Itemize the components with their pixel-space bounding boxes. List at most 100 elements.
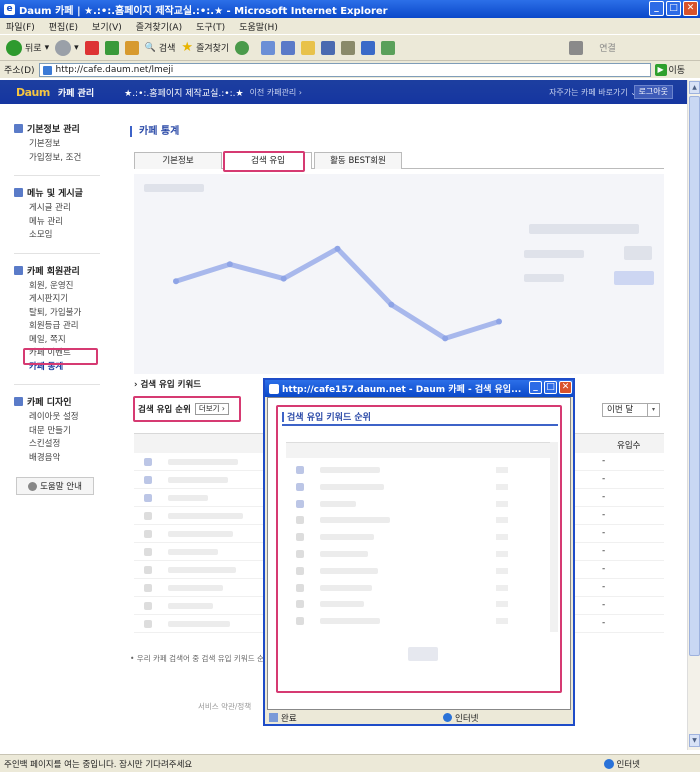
minimize-button[interactable]: _ — [649, 1, 664, 16]
popup-status-text: 완료 — [281, 713, 297, 724]
back-button[interactable]: 뒤로 ▾ — [6, 39, 49, 56]
menu-favorites[interactable]: 즐겨찾기(A) — [136, 20, 182, 33]
edit-icon[interactable] — [301, 40, 316, 55]
footer-terms-link[interactable]: 서비스 약관/정책 — [198, 701, 251, 712]
scroll-thumb[interactable] — [689, 96, 700, 656]
sidebar-item[interactable]: 배경음악 — [14, 452, 112, 466]
menu-bar: 파일(F) 편집(E) 보기(V) 즐겨찾기(A) 도구(T) 도움말(H) — [0, 18, 700, 34]
popup-body: 검색 유입 키워드 순위 — [267, 397, 571, 710]
sidebar-item[interactable]: 게시글 관리 — [14, 202, 112, 216]
sidebar-item[interactable]: 대문 만들기 — [14, 425, 112, 439]
list-item — [286, 462, 556, 479]
close-button[interactable]: ✕ — [683, 1, 698, 16]
address-input[interactable]: http://cafe.daum.net/lmeji — [38, 62, 651, 77]
sidebar-section-menu: 메뉴 및 게시글 게시글 관리 메뉴 관리 소모임 — [14, 186, 112, 243]
history-icon[interactable] — [235, 40, 250, 55]
sidebar-item[interactable]: 소모임 — [14, 229, 112, 243]
sidebar-item[interactable]: 메일, 쪽지 — [14, 334, 112, 348]
cafe-name[interactable]: ★.:•:.홈페이지 제작교실.:•:.★ — [124, 86, 243, 99]
data-point — [442, 335, 449, 342]
menu-tools[interactable]: 도구(T) — [196, 20, 225, 33]
help-icon — [28, 481, 38, 491]
refresh-icon[interactable] — [104, 40, 119, 55]
popup-close-button[interactable]: ✕ — [559, 381, 572, 394]
popup-maximize-button[interactable]: □ — [544, 381, 557, 394]
stats-tabs: 기본정보 검색 유입 활동 BEST회원 — [134, 152, 664, 169]
popup-minimize-button[interactable]: _ — [529, 381, 542, 394]
popup-status-bar: 완료 인터넷 — [267, 711, 571, 724]
printer-icon[interactable] — [569, 40, 584, 55]
sidebar-item[interactable]: 스킨설정 — [14, 438, 112, 452]
messenger-icon[interactable] — [321, 40, 336, 55]
scroll-up-icon[interactable]: ▲ — [689, 81, 700, 94]
ie-icon: e — [4, 3, 15, 15]
forward-button[interactable]: ▾ — [55, 39, 79, 56]
list-item — [286, 596, 556, 613]
tab-best-members[interactable]: 활동 BEST회원 — [314, 152, 402, 169]
address-label: 주소(D) — [4, 66, 35, 76]
sidebar-item[interactable]: 기본정보 — [14, 138, 112, 152]
data-point — [280, 275, 287, 282]
sidebar-section-basic: 기본정보 관리 기본정보 가입정보, 조건 — [14, 122, 112, 165]
mail-icon[interactable] — [261, 40, 276, 55]
go-button[interactable]: ▶ 이동 — [654, 63, 685, 76]
window-title: Daum 카페 | ★.:•:.홈페이지 제작교실.:•:.★ - Micros… — [19, 5, 388, 17]
daum-header: Daum 카페 관리 ★.:•:.홈페이지 제작교실.:•:.★ 이전 카페관리… — [0, 80, 687, 104]
edit-icon — [14, 124, 23, 133]
search-icon: 🔍 — [144, 42, 156, 53]
connect-label[interactable]: 연결 — [599, 41, 616, 54]
settings-icon[interactable] — [361, 40, 376, 55]
highlight-search-tab — [223, 151, 305, 172]
menu-help[interactable]: 도움말(H) — [239, 20, 278, 33]
menu-file[interactable]: 파일(F) — [6, 20, 35, 33]
keyword-popup-window: http://cafe157.daum.net - Daum 카페 - 검색 유… — [263, 378, 575, 726]
help-button[interactable]: 도움말 안내 — [16, 477, 94, 495]
sidebar-item[interactable]: 메뉴 관리 — [14, 216, 112, 230]
line-chart — [173, 245, 502, 342]
popup-scrollbar[interactable] — [550, 442, 558, 632]
list-item — [286, 512, 556, 529]
daum-logo[interactable]: Daum — [16, 86, 50, 99]
logout-button[interactable]: 로그아웃 — [633, 85, 673, 99]
data-point — [388, 301, 395, 308]
ie-icon — [269, 383, 279, 394]
sidebar-item[interactable]: 회원등급 관리 — [14, 320, 112, 334]
menu-edit[interactable]: 편집(E) — [49, 20, 78, 33]
search-button[interactable]: 🔍 검색 — [144, 41, 176, 55]
popup-close-action[interactable] — [408, 647, 438, 661]
status-bar: 주인백 페이지를 여는 중입니다. 잠시만 기다려주세요 인터넷 — [0, 754, 700, 772]
sidebar-item[interactable]: 가입정보, 조건 — [14, 152, 112, 166]
sidebar-item[interactable]: 레이아웃 설정 — [14, 411, 112, 425]
research-icon[interactable] — [341, 40, 356, 55]
sidebar-item[interactable]: 탈퇴, 가입불가 — [14, 307, 112, 321]
print-icon[interactable] — [281, 40, 296, 55]
scroll-down-icon[interactable]: ▼ — [689, 734, 700, 747]
period-select[interactable]: ▾ 이번 달 — [602, 403, 660, 417]
globe-icon — [603, 758, 614, 769]
list-item — [286, 496, 556, 513]
series-line — [175, 246, 500, 341]
popup-titlebar: http://cafe157.daum.net - Daum 카페 - 검색 유… — [265, 380, 573, 397]
globe-icon — [443, 713, 452, 722]
prev-mgmt-link[interactable]: 이전 카페관리 › — [250, 87, 302, 98]
maximize-button[interactable]: □ — [666, 1, 681, 16]
home-icon[interactable] — [124, 40, 139, 55]
sidebar-section-design: 카페 디자인 레이아웃 설정 대문 만들기 스킨설정 배경음악 — [14, 395, 112, 465]
star-icon: ★ — [181, 40, 194, 55]
sidebar-item[interactable]: 게시판지기 — [14, 293, 112, 307]
tab-basic[interactable]: 기본정보 — [134, 152, 222, 169]
page-title: 카페 통계 — [130, 126, 179, 137]
go-arrow-icon: ▶ — [654, 63, 667, 76]
menu-view[interactable]: 보기(V) — [92, 20, 122, 33]
users-icon[interactable] — [381, 40, 396, 55]
page-scrollbar[interactable]: ▲ ▼ — [687, 80, 700, 750]
quick-cafe-dropdown[interactable]: 자주가는 카페 바로가기 ⌄ — [549, 87, 637, 98]
favorites-button[interactable]: ★ 즐겨찾기 — [181, 40, 229, 55]
stop-icon[interactable] — [84, 40, 99, 55]
popup-keyword-panel: 검색 유입 키워드 순위 — [276, 405, 562, 693]
sidebar-item[interactable]: 회원, 운영진 — [14, 280, 112, 294]
design-icon — [14, 397, 23, 406]
data-point — [173, 278, 179, 285]
sidebar: 기본정보 관리 기본정보 가입정보, 조건 메뉴 및 게시글 게시글 관리 메뉴… — [0, 104, 112, 694]
chevron-down-icon: ▾ — [647, 404, 659, 416]
